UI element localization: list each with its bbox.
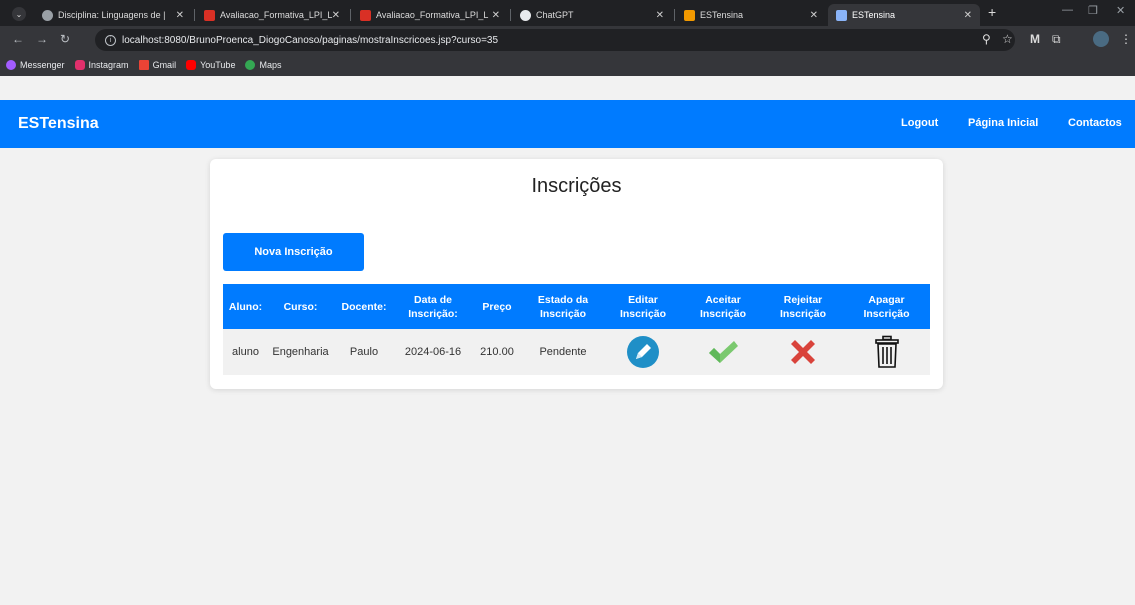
- cell-rejeitar: [763, 329, 843, 375]
- tab-search-icon[interactable]: ⌄: [12, 7, 26, 21]
- maximize-icon[interactable]: ❐: [1088, 4, 1098, 17]
- check-icon[interactable]: [706, 337, 740, 367]
- globe-icon: [42, 9, 53, 21]
- chatgpt-icon: [520, 9, 531, 21]
- header-aluno: Aluno:: [228, 300, 263, 313]
- cell-curso: Engenharia: [272, 346, 329, 358]
- header-data: Data de Inscrição:: [408, 293, 458, 320]
- browser-toolbar: ← → ↻ i localhost:8080/BrunoProenca_Diog…: [0, 26, 1135, 76]
- menu-icon[interactable]: ⋮: [1120, 32, 1132, 46]
- cell-aceitar: [683, 329, 763, 375]
- table-row: aluno Engenharia Paulo 2024-06-16 210.00…: [223, 329, 930, 375]
- cell-preco: 210.00: [480, 346, 514, 358]
- page-title: Inscrições: [531, 175, 622, 197]
- cell-estado: Pendente: [539, 346, 587, 358]
- close-icon[interactable]: ✕: [332, 10, 340, 21]
- header-editar: Editar Inscrição: [619, 293, 667, 320]
- browser-tab-bar: ⌄ Disciplina: Linguagens de | ✕ Avaliaca…: [0, 0, 1135, 26]
- pencil-icon[interactable]: [626, 335, 660, 369]
- url-text: localhost:8080/BrunoProenca_DiogoCanoso/…: [122, 34, 499, 46]
- browser-tab[interactable]: Avaliacao_Formativa_LPI_L ✕: [352, 4, 508, 26]
- cell-aluno: aluno: [232, 346, 259, 358]
- header-aceitar: Aceitar Inscrição: [699, 293, 747, 320]
- extensions-puzzle-icon[interactable]: ⧉: [1052, 32, 1061, 47]
- cell-apagar: [843, 329, 930, 375]
- messenger-icon: [6, 60, 16, 70]
- browser-tab[interactable]: ESTensina ✕: [676, 4, 826, 26]
- browser-tab[interactable]: Disciplina: Linguagens de | ✕: [34, 4, 192, 26]
- browser-tab[interactable]: ChatGPT ✕: [512, 4, 672, 26]
- close-icon[interactable]: ✕: [810, 10, 818, 21]
- header-curso: Curso:: [283, 300, 318, 313]
- bookmark-instagram[interactable]: Instagram: [74, 60, 129, 70]
- zoom-icon[interactable]: ⚲: [982, 32, 991, 46]
- logout-link[interactable]: Logout: [901, 117, 938, 129]
- header-apagar: Apagar Inscrição: [863, 293, 910, 320]
- close-window-icon[interactable]: ✕: [1116, 4, 1125, 17]
- cell-docente: Paulo: [349, 346, 379, 358]
- bookmark-maps[interactable]: Maps: [245, 60, 281, 70]
- cell-editar: [603, 329, 683, 375]
- instagram-icon: [74, 60, 85, 70]
- address-bar[interactable]: i localhost:8080/BrunoProenca_DiogoCanos…: [95, 29, 1015, 51]
- browser-tab-active[interactable]: ESTensina ✕: [828, 4, 980, 26]
- home-link[interactable]: Página Inicial: [968, 117, 1038, 129]
- forward-icon[interactable]: →: [36, 32, 48, 46]
- header-estado: Estado da Inscrição: [537, 293, 589, 320]
- enrollments-table: Aluno: Curso: Docente: Data de Inscrição:…: [223, 284, 930, 375]
- brand-logo[interactable]: ESTensina: [18, 115, 99, 133]
- site-icon: [836, 9, 847, 21]
- minimize-icon[interactable]: —: [1062, 4, 1073, 16]
- trash-icon[interactable]: [874, 335, 900, 369]
- close-icon[interactable]: ✕: [492, 10, 500, 21]
- new-enrollment-button[interactable]: Nova Inscrição: [223, 233, 364, 271]
- close-icon[interactable]: ✕: [964, 10, 972, 21]
- bookmark-messenger[interactable]: Messenger: [6, 60, 65, 70]
- header-rejeitar: Rejeitar Inscrição: [779, 293, 827, 320]
- bookmark-gmail[interactable]: Gmail: [138, 60, 176, 70]
- info-icon[interactable]: i: [105, 34, 116, 46]
- browser-tab[interactable]: Avaliacao_Formativa_LPI_L ✕: [196, 4, 348, 26]
- cell-data: 2024-06-16: [404, 346, 462, 358]
- bookmarks-bar: Messenger Instagram Gmail YouTube Maps: [0, 56, 291, 74]
- gmail-icon: [138, 60, 149, 70]
- contacts-link[interactable]: Contactos: [1068, 117, 1122, 129]
- enrollments-card: Inscrições Nova Inscrição Aluno: Curso: …: [210, 159, 943, 389]
- pdf-icon: [204, 9, 215, 21]
- star-icon[interactable]: ☆: [1002, 32, 1013, 46]
- header-docente: Docente:: [341, 300, 387, 313]
- maps-icon: [245, 60, 256, 70]
- close-icon[interactable]: ✕: [656, 10, 664, 21]
- header-preco: Preço: [482, 300, 512, 313]
- pdf-icon: [360, 9, 371, 21]
- new-tab-icon[interactable]: +: [988, 4, 996, 20]
- extension-icon[interactable]: M: [1030, 32, 1040, 46]
- x-icon[interactable]: [787, 336, 819, 368]
- reload-icon[interactable]: ↻: [60, 32, 70, 46]
- table-header-row: Aluno: Curso: Docente: Data de Inscrição:…: [223, 284, 930, 329]
- youtube-icon: [186, 60, 197, 70]
- avatar[interactable]: [1093, 31, 1109, 47]
- site-icon: [684, 9, 695, 21]
- back-icon[interactable]: ←: [12, 32, 24, 46]
- site-navbar: ESTensina Logout Página Inicial Contacto…: [0, 100, 1135, 148]
- bookmark-youtube[interactable]: YouTube: [186, 60, 235, 70]
- close-icon[interactable]: ✕: [176, 10, 184, 21]
